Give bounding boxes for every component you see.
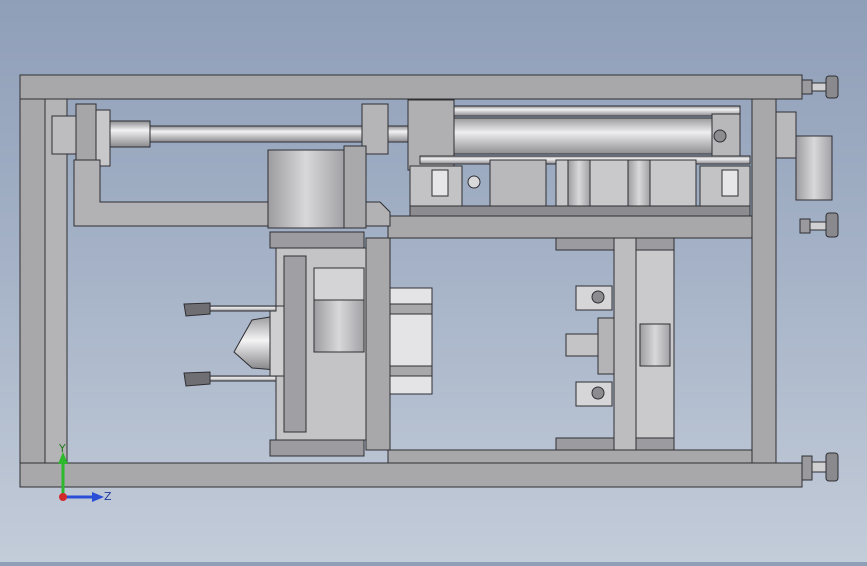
gripper-motor-body (267, 149, 345, 229)
probe-rod-lower (209, 375, 277, 382)
probe-rod-upper (209, 305, 277, 312)
frame-center-post (365, 237, 391, 451)
rail-knob (467, 175, 481, 189)
rotary-gripper-unit (183, 231, 433, 457)
right-clamp-assembly (555, 237, 675, 451)
frame-mid-rail (387, 215, 753, 239)
foot-top-right (801, 75, 839, 99)
cylinder-port (713, 129, 727, 143)
z-axis-label: Z (104, 490, 112, 503)
frame-bottom-rail (19, 462, 803, 488)
clamp-pivot-upper (591, 290, 605, 304)
frame-top-rail (19, 74, 803, 100)
gripper-motor-flange (343, 145, 367, 229)
frame-right-post (751, 98, 777, 464)
clamp-guide (639, 323, 671, 367)
shaft-sleeve (109, 120, 151, 148)
gripper-spindle-plate (283, 255, 307, 433)
probe-tip-lower (183, 371, 211, 387)
cone-collar (269, 305, 285, 377)
right-motor (775, 111, 833, 201)
rail-label-left (431, 169, 449, 197)
machine-assembly-drawing[interactable]: Y Z (0, 0, 867, 562)
output-flange-ring-2 (389, 365, 433, 377)
gripper-servo-block (313, 299, 365, 353)
foot-bottom-right (801, 452, 839, 482)
flange-collar (95, 109, 111, 167)
foot-mid-right (799, 212, 839, 238)
rail-label-right (721, 169, 739, 197)
origin-dot (59, 493, 67, 501)
gripper-motor (267, 145, 367, 229)
pneumatic-cylinder-barrel (453, 117, 717, 155)
cad-viewport[interactable]: Y Z (0, 0, 867, 562)
motor-body (795, 135, 833, 201)
gripper-top-bar (269, 231, 365, 249)
frame-lower-rail (387, 449, 753, 464)
probe-tip-upper (183, 302, 211, 317)
upper-guide-rod (453, 105, 741, 117)
clamp-center-block (597, 317, 615, 375)
rail-base-strip (409, 205, 751, 217)
gripper-bottom-bar (269, 439, 365, 457)
y-axis-label: Y (58, 442, 66, 455)
z-axis-arrow (92, 492, 104, 502)
clamp-pivot-lower (591, 386, 605, 400)
motor-coupling (775, 111, 797, 159)
frame-left-post (19, 98, 46, 464)
left-flange (75, 103, 97, 167)
output-flange-ring (389, 303, 433, 315)
left-mount-block (51, 115, 79, 155)
linear-rail-blocks (409, 159, 751, 217)
clamp-back-plate (613, 237, 637, 451)
